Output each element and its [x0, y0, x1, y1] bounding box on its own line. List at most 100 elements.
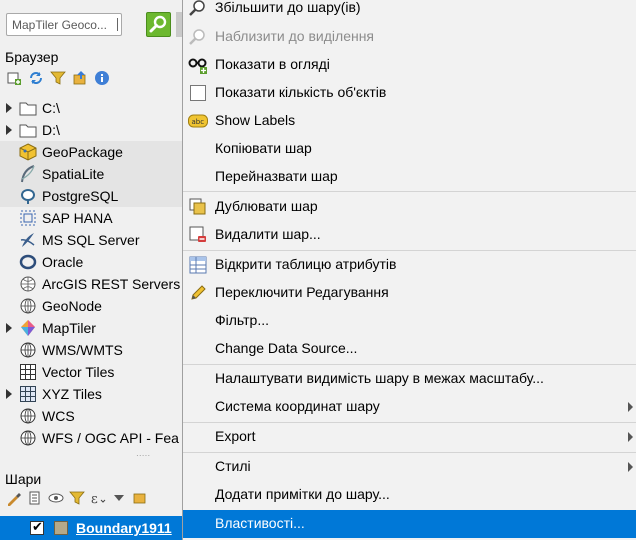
menu-item-properties[interactable]: Властивості... — [183, 510, 636, 538]
sap-hana-icon — [17, 209, 39, 227]
menu-item-label: Переключити Редагування — [215, 284, 389, 300]
menu-item-remove-layer[interactable]: Видалити шар... — [183, 221, 636, 249]
geopackage-icon — [17, 143, 39, 161]
expand-arrow-icon[interactable] — [0, 386, 14, 402]
menu-item-zoom-to-selection[interactable]: Наблизити до виділення — [183, 23, 636, 51]
browser-item-wms-wmts[interactable]: WMS/WMTS — [0, 339, 182, 361]
browser-item-label: WMS/WMTS — [42, 342, 123, 358]
browser-item-postgresql[interactable]: PostgreSQL — [0, 185, 182, 207]
menu-item-show-in-overview[interactable]: Показати в огляді — [183, 51, 636, 79]
browser-item-label: SpatiaLite — [42, 166, 105, 182]
spatialite-icon — [17, 165, 39, 183]
menu-item-show-labels[interactable]: abc Show Labels — [183, 107, 636, 135]
vector-tiles-icon — [17, 363, 39, 381]
menu-item-layer-crs[interactable]: Система координат шару — [183, 393, 636, 421]
browser-item-oracle[interactable]: Oracle — [0, 251, 182, 273]
expand-arrow-icon[interactable] — [0, 320, 14, 336]
menu-item-label: Збільшити до шару(ів) — [215, 0, 361, 15]
locator-search-input[interactable]: MapTiler Geoco... — [6, 13, 122, 36]
menu-item-label: Відкрити таблицю атрибутів — [215, 256, 397, 272]
browser-item-wcs[interactable]: WCS — [0, 405, 182, 427]
browser-item-spatialite[interactable]: SpatiaLite — [0, 163, 182, 185]
browser-item-label: PostgreSQL — [42, 188, 119, 204]
menu-item-label: Дублювати шар — [215, 198, 318, 214]
browser-item-label: SAP HANA — [42, 210, 113, 226]
browser-item-label: ArcGIS REST Servers — [42, 276, 181, 292]
browser-item-label: Vector Tiles — [42, 364, 115, 380]
wms-icon — [17, 341, 39, 359]
browser-item-c-drive[interactable]: C:\ — [0, 97, 182, 119]
feature-count-checkbox[interactable] — [188, 84, 208, 102]
browser-item-d-drive[interactable]: D:\ — [0, 119, 182, 141]
browser-item-geopackage[interactable]: GeoPackage — [0, 141, 182, 163]
layer-visibility-checkbox[interactable] — [30, 519, 44, 535]
menu-item-copy-layer[interactable]: Копіювати шар — [183, 135, 636, 163]
expand-all-icon[interactable] — [111, 490, 127, 506]
menu-item-label: Налаштувати видимість шару в межах масшт… — [215, 370, 544, 386]
collapse-layers-icon[interactable] — [132, 490, 148, 506]
expand-arrow-icon[interactable] — [0, 100, 14, 116]
attribute-table-icon — [188, 256, 208, 274]
panel-splitter[interactable] — [0, 451, 182, 463]
overview-glasses-icon — [188, 56, 208, 74]
browser-item-wfs[interactable]: WFS / OGC API - Fea — [0, 427, 182, 449]
expand-arrow-icon[interactable] — [0, 122, 14, 138]
menu-item-label: Копіювати шар — [215, 140, 312, 156]
menu-item-label: Стилі — [215, 458, 251, 474]
browser-item-vector-tiles[interactable]: Vector Tiles — [0, 361, 182, 383]
menu-item-label: Показати кількість об'єктів — [215, 84, 387, 100]
menu-item-add-layer-notes[interactable]: Додати примітки до шару... — [183, 481, 636, 509]
add-group-icon[interactable] — [27, 490, 43, 506]
layer-symbol-swatch — [54, 521, 68, 535]
menu-item-label: Фільтр... — [215, 312, 269, 328]
menu-item-show-feature-count[interactable]: Показати кількість об'єктів — [183, 79, 636, 107]
menu-item-filter[interactable]: Фільтр... — [183, 307, 636, 335]
menu-item-open-attribute-table[interactable]: Відкрити таблицю атрибутів — [183, 251, 636, 279]
postgresql-icon — [17, 187, 39, 205]
add-selected-layers-icon[interactable] — [6, 70, 22, 86]
filter-legend-icon[interactable] — [69, 490, 85, 506]
browser-item-mssql[interactable]: MS SQL Server — [0, 229, 182, 251]
layer-tree-item[interactable]: Boundary1911 — [0, 516, 182, 540]
menu-item-label: Export — [215, 428, 256, 444]
zoom-to-selection-icon — [188, 28, 208, 46]
locator-search-button[interactable] — [146, 12, 171, 37]
menu-item-change-data-source[interactable]: Change Data Source... — [183, 335, 636, 363]
menu-item-export[interactable]: Export — [183, 423, 636, 451]
menu-item-styles[interactable]: Стилі — [183, 453, 636, 481]
info-icon[interactable] — [94, 70, 110, 86]
style-manager-icon[interactable] — [6, 490, 22, 506]
menu-item-duplicate-layer[interactable]: Дублювати шар — [183, 193, 636, 221]
arcgis-icon — [17, 275, 39, 293]
browser-item-label: WCS — [42, 408, 75, 424]
browser-item-label: MS SQL Server — [42, 232, 140, 248]
browser-item-label: Oracle — [42, 254, 84, 270]
menu-item-rename-layer[interactable]: Перейназвати шар — [183, 163, 636, 191]
browser-toolbar — [6, 70, 110, 90]
submenu-arrow-icon — [628, 402, 633, 412]
xyz-tiles-icon — [17, 385, 39, 403]
expression-filter-icon[interactable]: ε — [90, 490, 106, 507]
svg-text:ε: ε — [91, 492, 98, 506]
menu-item-scale-visibility[interactable]: Налаштувати видимість шару в межах масшт… — [183, 365, 636, 393]
visibility-eye-icon[interactable] — [48, 490, 64, 506]
layer-name-label: Boundary1911 — [76, 520, 172, 536]
menu-item-label: Show Labels — [215, 112, 296, 128]
collapse-all-icon[interactable] — [72, 70, 88, 86]
refresh-icon[interactable] — [28, 70, 44, 86]
browser-item-geonode[interactable]: GeoNode — [0, 295, 182, 317]
layer-context-menu: Збільшити до шару(ів) Наблизити до виділ… — [182, 0, 636, 540]
layers-panel-title: Шари — [5, 471, 42, 487]
menu-item-label: Система координат шару — [215, 398, 380, 414]
menu-item-label: Видалити шар... — [215, 226, 321, 242]
menu-item-label: Перейназвати шар — [215, 168, 338, 184]
menu-item-toggle-editing[interactable]: Переключити Редагування — [183, 279, 636, 307]
browser-item-label: D:\ — [42, 122, 60, 138]
browser-item-maptiler[interactable]: MapTiler — [0, 317, 182, 339]
browser-item-xyz-tiles[interactable]: XYZ Tiles — [0, 383, 182, 405]
browser-item-sap-hana[interactable]: SAP HANA — [0, 207, 182, 229]
browser-item-arcgis-rest[interactable]: ArcGIS REST Servers — [0, 273, 182, 295]
menu-item-zoom-to-layer[interactable]: Збільшити до шару(ів) — [183, 0, 636, 22]
browser-item-label: MapTiler — [42, 320, 96, 336]
filter-icon[interactable] — [50, 70, 66, 86]
